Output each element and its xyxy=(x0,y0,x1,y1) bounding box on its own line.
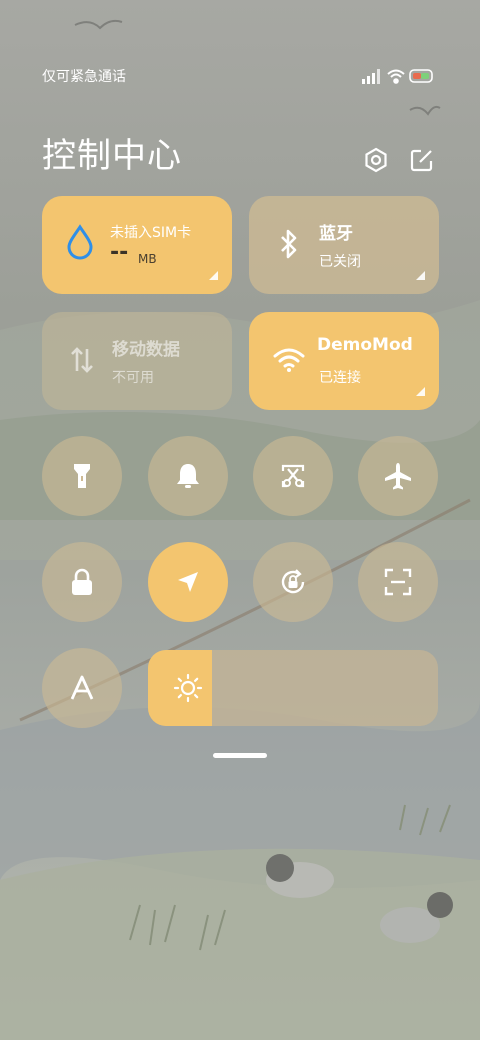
drag-handle[interactable] xyxy=(213,753,267,758)
mobile-data-status: 不可用 xyxy=(112,370,154,386)
data-usage-tile[interactable]: 未插入SIM卡 -- MB xyxy=(42,196,232,294)
cellular-signal-icon xyxy=(362,69,380,84)
airplane-icon xyxy=(385,463,411,490)
status-icons xyxy=(362,69,433,84)
mobile-data-icon xyxy=(64,342,100,378)
battery-icon xyxy=(409,69,433,83)
flashlight-toggle[interactable] xyxy=(42,436,122,516)
location-arrow-icon xyxy=(178,572,198,592)
mobile-data-tile[interactable]: 移动数据 不可用 xyxy=(42,312,232,410)
wifi-status: 已连接 xyxy=(319,370,361,386)
lock-screen-toggle[interactable] xyxy=(42,542,122,622)
wifi-icon xyxy=(271,342,307,378)
scissors-icon xyxy=(281,464,305,488)
auto-brightness-toggle[interactable] xyxy=(42,648,122,728)
screenshot-toggle[interactable] xyxy=(253,436,333,516)
rotation-lock-icon xyxy=(281,569,305,594)
sim-status-label: 未插入SIM卡 xyxy=(110,225,192,241)
mobile-data-name: 移动数据 xyxy=(112,340,180,360)
edit-button[interactable] xyxy=(406,144,438,176)
airplane-toggle[interactable] xyxy=(358,436,438,516)
bluetooth-name: 蓝牙 xyxy=(319,224,353,244)
page-title: 控制中心 xyxy=(42,136,182,176)
data-usage-unit: MB xyxy=(138,252,157,266)
data-usage-value: -- xyxy=(110,240,129,265)
gear-icon xyxy=(365,147,387,173)
expand-corner-icon xyxy=(209,271,218,280)
scan-icon xyxy=(384,568,412,596)
bluetooth-tile[interactable]: 蓝牙 已关闭 xyxy=(249,196,439,294)
sun-icon xyxy=(173,673,203,703)
edit-icon xyxy=(410,149,433,172)
ring-toggle[interactable] xyxy=(148,436,228,516)
flashlight-icon xyxy=(74,464,90,488)
settings-button[interactable] xyxy=(360,144,392,176)
bluetooth-status: 已关闭 xyxy=(319,254,361,270)
expand-corner-icon xyxy=(416,271,425,280)
letter-a-icon xyxy=(70,675,94,700)
wifi-network-name: DemoMod xyxy=(317,335,413,355)
wifi-tile[interactable]: DemoMod 已连接 xyxy=(249,312,439,410)
rotation-lock-toggle[interactable] xyxy=(253,542,333,622)
water-drop-icon xyxy=(62,224,98,260)
location-toggle[interactable] xyxy=(148,542,228,622)
expand-corner-icon xyxy=(416,387,425,396)
lock-icon xyxy=(72,568,92,595)
scanner-toggle[interactable] xyxy=(358,542,438,622)
brightness-slider[interactable] xyxy=(148,650,438,726)
wifi-status-icon xyxy=(387,69,405,84)
bell-icon xyxy=(177,464,199,488)
status-carrier-text: 仅可紧急通话 xyxy=(42,69,126,85)
bluetooth-icon xyxy=(271,226,307,262)
